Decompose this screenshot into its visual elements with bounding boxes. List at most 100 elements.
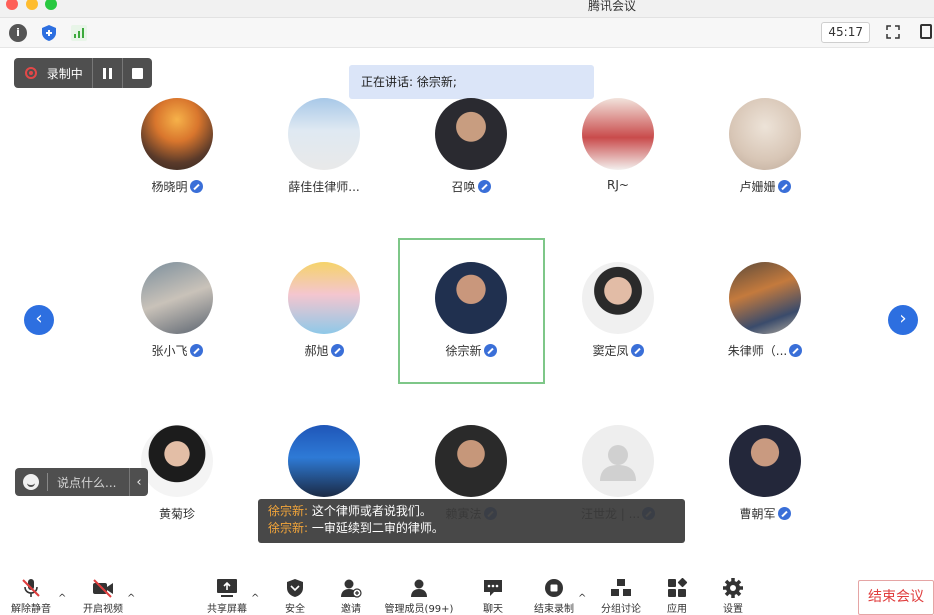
live-subtitle: 徐宗新: 这个律师或者说我们。 徐宗新: 一审延续到二审的律师。 bbox=[258, 499, 685, 543]
shield-icon[interactable] bbox=[40, 24, 58, 42]
stop-record-icon bbox=[545, 579, 563, 597]
apps-icon bbox=[668, 578, 688, 597]
next-page-button[interactable]: › bbox=[888, 305, 918, 335]
mic-status-icon bbox=[630, 344, 644, 357]
subtitle-line: 徐宗新: 这个律师或者说我们。 bbox=[268, 504, 432, 518]
breakout-icon bbox=[611, 579, 631, 596]
participant-name: 朱律师（... bbox=[727, 344, 788, 358]
fullscreen-icon[interactable] bbox=[886, 25, 900, 39]
participant-name-row: 张小飞 bbox=[103, 342, 251, 359]
participant-avatar bbox=[288, 98, 360, 170]
bottom-toolbar: 解除静音 ^ 开启视频 ^ 共享屏幕 ^ 安全 邀请 管理成员(99+) 聊天 … bbox=[0, 568, 934, 615]
share-options-caret[interactable]: ^ bbox=[251, 593, 259, 604]
participant-name: 黄菊珍 bbox=[158, 507, 195, 521]
speaking-banner: 正在讲话: 徐宗新; bbox=[349, 65, 594, 99]
participant-avatar bbox=[435, 425, 507, 497]
security-shield-icon bbox=[287, 579, 303, 597]
participant-tile[interactable]: 卢姗姗 bbox=[691, 98, 839, 246]
participant-name: 窦定凤 bbox=[592, 344, 629, 358]
participant-avatar bbox=[288, 425, 360, 497]
apps-button[interactable]: 应用 bbox=[662, 568, 692, 615]
chat-button[interactable]: 聊天 bbox=[478, 568, 508, 615]
breakout-rooms-button[interactable]: 分组讨论 bbox=[598, 568, 644, 615]
participant-name-row: 曹朝军 bbox=[691, 505, 839, 522]
invite-icon bbox=[341, 579, 362, 598]
participant-name-row: 杨晓明 bbox=[103, 178, 251, 195]
mic-status-icon bbox=[189, 344, 203, 357]
muted-mic-icon bbox=[22, 579, 40, 597]
participant-name-row: 郝旭 bbox=[250, 342, 398, 359]
subtitle-line: 徐宗新: 一审延续到二审的律师。 bbox=[268, 521, 444, 535]
info-icon[interactable]: i bbox=[9, 24, 27, 42]
participant-avatar bbox=[141, 425, 213, 497]
meeting-timer: 45:17 bbox=[821, 22, 870, 43]
collapse-chat-icon[interactable]: ‹ bbox=[130, 475, 148, 490]
manage-members-button[interactable]: 管理成员(99+) bbox=[382, 568, 456, 615]
participant-name: 卢姗姗 bbox=[739, 180, 776, 194]
participant-name: RJ~ bbox=[607, 178, 629, 192]
participant-name-row: 黄菊珍 bbox=[103, 505, 251, 522]
video-off-icon bbox=[93, 579, 113, 598]
participant-avatar bbox=[141, 98, 213, 170]
participant-name-row: 召唤 bbox=[397, 178, 545, 195]
participant-name-row: 窦定凤 bbox=[544, 342, 692, 359]
unmute-button[interactable]: 解除静音 bbox=[8, 568, 54, 615]
participant-tile[interactable]: 朱律师（... bbox=[691, 262, 839, 410]
start-video-button[interactable]: 开启视频 bbox=[80, 568, 126, 615]
participant-tile[interactable]: 薛佳佳律师... bbox=[250, 98, 398, 246]
mic-status-icon bbox=[789, 344, 803, 357]
mic-status-icon bbox=[330, 344, 344, 357]
participant-avatar bbox=[582, 98, 654, 170]
participant-avatar bbox=[729, 262, 801, 334]
security-button[interactable]: 安全 bbox=[279, 568, 311, 615]
signal-icon[interactable] bbox=[70, 24, 88, 42]
record-options-caret[interactable]: ^ bbox=[578, 593, 586, 604]
stop-recording-button[interactable] bbox=[123, 58, 152, 88]
participant-tile[interactable]: 杨晓明 bbox=[103, 98, 251, 246]
recording-label: 录制中 bbox=[46, 66, 83, 81]
participant-tile[interactable]: 召唤 bbox=[397, 98, 545, 246]
video-options-caret[interactable]: ^ bbox=[127, 593, 135, 604]
recording-control: 录制中 bbox=[14, 58, 152, 88]
chat-input[interactable]: 说点什么... bbox=[57, 474, 123, 491]
mic-status-icon bbox=[477, 180, 491, 193]
gear-icon bbox=[723, 578, 743, 598]
participant-name: 薛佳佳律师... bbox=[288, 180, 360, 194]
participant-name: 张小飞 bbox=[151, 344, 188, 358]
pause-recording-button[interactable] bbox=[93, 58, 122, 88]
quick-chat-bar[interactable]: 说点什么... ‹ bbox=[15, 468, 148, 496]
chat-icon bbox=[484, 580, 502, 596]
mic-status-icon bbox=[189, 180, 203, 193]
audio-options-caret[interactable]: ^ bbox=[58, 593, 66, 604]
members-icon bbox=[411, 579, 427, 597]
end-meeting-button[interactable]: 结束会议 bbox=[858, 580, 934, 615]
mic-status-icon bbox=[777, 507, 791, 520]
participant-name: 曹朝军 bbox=[739, 507, 776, 521]
participant-tile[interactable]: 张小飞 bbox=[103, 262, 251, 410]
settings-button[interactable]: 设置 bbox=[718, 568, 748, 615]
invite-button[interactable]: 邀请 bbox=[335, 568, 367, 615]
participant-avatar bbox=[288, 262, 360, 334]
participant-avatar bbox=[435, 98, 507, 170]
participant-tile[interactable]: 黄菊珍 bbox=[103, 425, 251, 573]
participant-avatar bbox=[582, 262, 654, 334]
emoji-icon[interactable] bbox=[23, 474, 39, 490]
participant-name: 召唤 bbox=[451, 180, 476, 194]
title-bar: 腾讯会议 bbox=[0, 0, 934, 18]
mic-status-icon bbox=[777, 180, 791, 193]
share-screen-button[interactable]: 共享屏幕 bbox=[205, 568, 249, 615]
participant-name-row: RJ~ bbox=[544, 178, 692, 192]
participant-name: 郝旭 bbox=[304, 344, 329, 358]
participant-tile[interactable]: RJ~ bbox=[544, 98, 692, 246]
window-icon[interactable] bbox=[920, 24, 932, 39]
participant-name-row: 朱律师（... bbox=[691, 342, 839, 359]
recording-dot-icon bbox=[25, 67, 37, 79]
participant-tile[interactable]: 曹朝军 bbox=[691, 425, 839, 573]
end-recording-button[interactable]: 结束录制 bbox=[530, 568, 578, 615]
participant-tile[interactable]: 郝旭 bbox=[250, 262, 398, 410]
previous-page-button[interactable]: ‹ bbox=[24, 305, 54, 335]
participant-avatar bbox=[729, 425, 801, 497]
participant-name: 杨晓明 bbox=[151, 180, 188, 194]
participant-tile[interactable]: 窦定凤 bbox=[544, 262, 692, 410]
participant-name-row: 卢姗姗 bbox=[691, 178, 839, 195]
